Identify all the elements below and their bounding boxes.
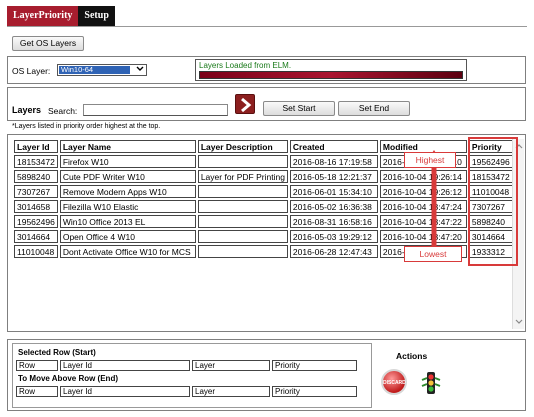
os-layer-select[interactable]: Win10-64: [57, 64, 147, 76]
cell-layer-name[interactable]: Cute PDF Writer W10: [59, 170, 196, 183]
cell-layer-description[interactable]: [197, 185, 288, 198]
start-layer-id-cell: Layer Id: [60, 360, 190, 371]
move-above-row-end-title: To Move Above Row (End): [16, 373, 357, 384]
discard-icon-text: DISCARD: [383, 380, 406, 386]
cell-layer-id[interactable]: 7307267: [14, 185, 58, 198]
load-progress-fill: [200, 72, 462, 78]
selected-row-start-title: Selected Row (Start): [16, 347, 357, 358]
cell-layer-description[interactable]: Layer for PDF Printing: [197, 170, 288, 183]
priority-note: *Layers listed in priority order highest…: [12, 123, 161, 130]
priority-column-highlight: [468, 137, 518, 266]
start-layer-cell: Layer: [192, 360, 270, 371]
discard-icon[interactable]: DISCARD: [381, 369, 407, 395]
cell-layer-name[interactable]: Firefox W10: [59, 155, 196, 168]
end-row-cell: Row: [16, 386, 58, 397]
cell-layer-name[interactable]: Open Office 4 W10: [59, 230, 196, 243]
end-layer-id-cell: Layer Id: [60, 386, 190, 397]
get-os-layers-button[interactable]: Get OS Layers: [12, 36, 84, 51]
scroll-down-icon: [515, 319, 523, 324]
selected-start-row: Row Layer Id Layer Priority: [16, 360, 357, 371]
os-layer-selected-value: Win10-64: [59, 66, 130, 74]
cell-layer-name[interactable]: Win10 Office 2013 EL: [59, 215, 196, 228]
tab-bar: LayerPriority Setup: [7, 6, 115, 26]
tab-setup[interactable]: Setup: [78, 6, 115, 26]
cell-layer-description[interactable]: [197, 155, 288, 168]
end-layer-cell: Layer: [192, 386, 270, 397]
search-label: Search:: [48, 106, 78, 116]
cell-created[interactable]: 2016-05-03 19:29:12: [289, 230, 378, 243]
set-start-button[interactable]: Set Start: [263, 101, 335, 116]
selected-end-row: Row Layer Id Layer Priority: [16, 386, 357, 397]
search-input[interactable]: [83, 104, 228, 116]
cell-layer-id[interactable]: 18153472: [14, 155, 58, 168]
chevron-down-icon[interactable]: [135, 65, 145, 75]
start-priority-cell: Priority: [272, 360, 357, 371]
cell-layer-description[interactable]: [197, 245, 288, 258]
lowest-label: Lowest: [404, 246, 462, 262]
cell-layer-name[interactable]: Remove Modern Apps W10: [59, 185, 196, 198]
cell-created[interactable]: 2016-05-18 12:21:37: [289, 170, 378, 183]
load-progress-bar: [199, 71, 463, 79]
cell-layer-id[interactable]: 3014664: [14, 230, 58, 243]
search-go-button[interactable]: [235, 94, 255, 114]
cell-layer-description[interactable]: [197, 215, 288, 228]
start-row-cell: Row: [16, 360, 58, 371]
end-priority-cell: Priority: [272, 386, 357, 397]
cell-created[interactable]: 2016-06-28 12:47:43: [289, 245, 378, 258]
cell-created[interactable]: 2016-08-16 17:19:58: [289, 155, 378, 168]
status-text: Layers Loaded from ELM.: [199, 61, 292, 70]
cell-layer-id[interactable]: 19562496: [14, 215, 58, 228]
arrow-right-icon: [241, 97, 252, 113]
cell-layer-description[interactable]: [197, 200, 288, 213]
traffic-light-icon[interactable]: [420, 370, 442, 396]
column-header-layer-name[interactable]: Layer Name: [59, 140, 196, 153]
highest-label: Highest: [404, 152, 456, 168]
cell-created[interactable]: 2016-05-02 16:36:38: [289, 200, 378, 213]
layers-heading: Layers: [12, 105, 42, 115]
cell-layer-name[interactable]: Filezilla W10 Elastic: [59, 200, 196, 213]
cell-layer-description[interactable]: [197, 230, 288, 243]
cell-created[interactable]: 2016-08-31 16:58:16: [289, 215, 378, 228]
column-header-layer-description[interactable]: Layer Description: [197, 140, 288, 153]
cell-created[interactable]: 2016-06-01 15:34:10: [289, 185, 378, 198]
actions-heading: Actions: [396, 351, 428, 361]
cell-layer-name[interactable]: Dont Activate Office W10 for MCS: [59, 245, 196, 258]
cell-layer-id[interactable]: 3014658: [14, 200, 58, 213]
tab-divider: [7, 26, 527, 27]
cell-layer-id[interactable]: 11010048: [14, 245, 58, 258]
cell-layer-id[interactable]: 5898240: [14, 170, 58, 183]
status-box: Layers Loaded from ELM.: [195, 59, 467, 81]
column-header-created[interactable]: Created: [289, 140, 378, 153]
set-end-button[interactable]: Set End: [338, 101, 410, 116]
os-layer-label: OS Layer:: [12, 66, 51, 76]
selection-table: Selected Row (Start) Row Layer Id Layer …: [14, 345, 359, 399]
column-header-layer-id[interactable]: Layer Id: [14, 140, 58, 153]
tab-layer-priority[interactable]: LayerPriority: [7, 6, 79, 26]
